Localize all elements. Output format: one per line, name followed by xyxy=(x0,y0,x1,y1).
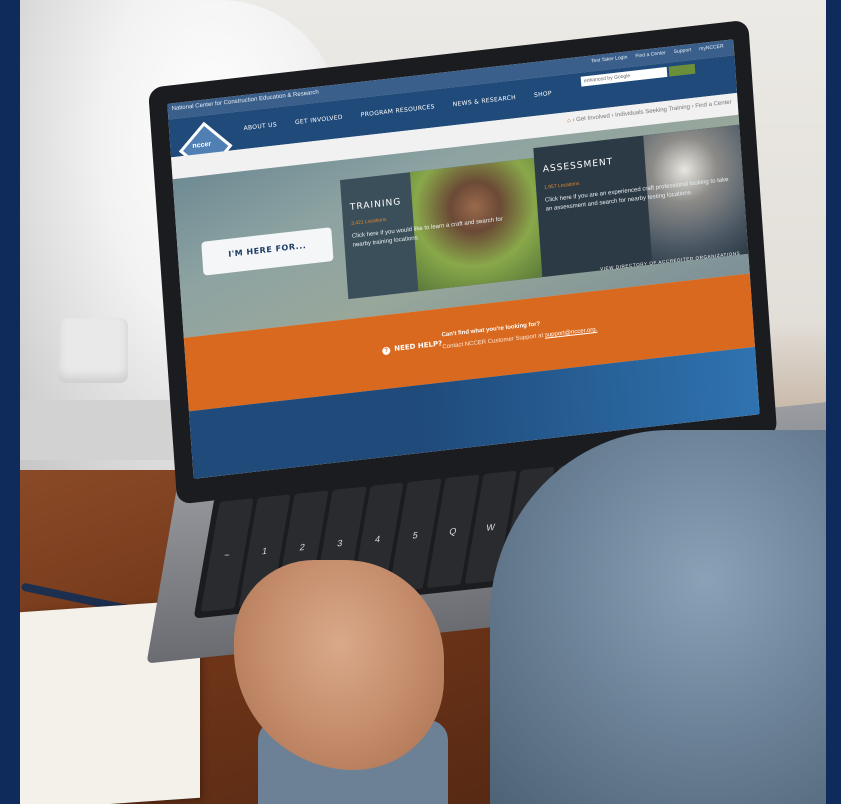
breadcrumb-home-icon[interactable]: ⌂ xyxy=(567,118,571,124)
hard-hat-clip xyxy=(58,318,128,383)
laptop-screen: National Center for Construction Educati… xyxy=(167,39,760,479)
photo-frame: ~ 1 2 3 4 5 Q W E R T Y National Center … xyxy=(20,0,826,804)
person-shoulder xyxy=(490,430,826,804)
